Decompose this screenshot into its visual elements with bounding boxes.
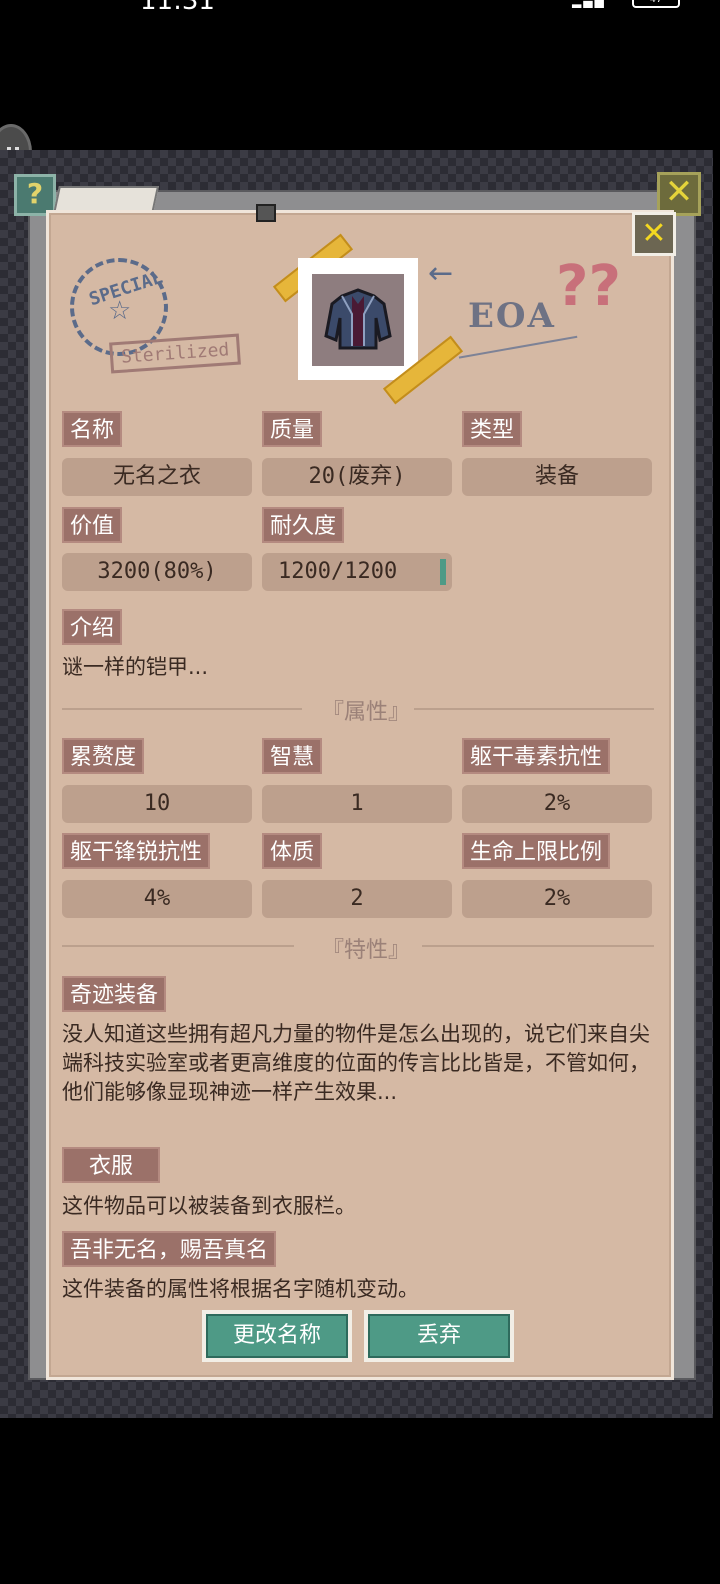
- rename-button[interactable]: 更改名称: [202, 1310, 352, 1362]
- discard-button[interactable]: 丢弃: [364, 1310, 514, 1362]
- item-image-frame: [312, 274, 404, 366]
- status-time: 11:31: [140, 0, 215, 16]
- trait-text: 这件装备的属性将根据名字随机变动。: [62, 1277, 419, 1301]
- item-image-card: [298, 258, 418, 380]
- attr-label: 生命上限比例: [462, 833, 611, 869]
- signal-icon: ▂▄▆: [572, 0, 606, 8]
- name-value: 无名之衣: [62, 458, 252, 496]
- quality-label: 质量: [262, 411, 323, 447]
- jacket-icon: [324, 288, 392, 350]
- value-value: 3200(80%): [62, 553, 252, 591]
- close-button[interactable]: ✕: [632, 212, 676, 256]
- intro-label: 介绍: [62, 609, 123, 645]
- attributes-title: 『属性』: [322, 700, 411, 725]
- attr-label: 躯干毒素抗性: [462, 738, 611, 774]
- attr-value: 10: [62, 785, 252, 823]
- attr-label: 躯干锋锐抗性: [62, 833, 211, 869]
- attr-label: 累赘度: [62, 738, 145, 774]
- divider: [62, 708, 302, 710]
- battery-icon: 47: [632, 0, 680, 8]
- attr-value: 4%: [62, 880, 252, 918]
- type-label: 类型: [462, 411, 523, 447]
- trait-label: 衣服: [62, 1147, 160, 1183]
- eoa-logo: EOA: [468, 296, 556, 336]
- quality-value: 20(废弃): [262, 458, 452, 496]
- star-icon: ☆: [108, 296, 132, 326]
- trait-text: 这件物品可以被装备到衣服栏。: [62, 1194, 356, 1218]
- durability-label: 耐久度: [262, 507, 345, 543]
- traits-title: 『特性』: [322, 938, 411, 963]
- durability-bar: [440, 559, 446, 585]
- divider: [62, 945, 294, 947]
- arrow-left-icon: ←: [428, 256, 454, 291]
- intro-text: 谜一样的铠甲...: [62, 655, 209, 679]
- attr-value: 2%: [462, 880, 652, 918]
- trait-label: 奇迹装备: [62, 976, 167, 1012]
- status-bar: 11:31 ▂▄▆ 47: [0, 0, 720, 20]
- durability-value: 1200/1200: [278, 559, 398, 584]
- attr-value: 1: [262, 785, 452, 823]
- question-marks-decoration: ??: [556, 254, 621, 319]
- trait-label: 吾非无名，赐吾真名: [62, 1231, 277, 1267]
- attr-label: 智慧: [262, 738, 323, 774]
- paper-clip-icon: [256, 204, 276, 222]
- divider: [414, 708, 654, 710]
- trait-text: 没人知道这些拥有超凡力量的物件是怎么出现的，说它们来自尖端科技实验室或者更高维度…: [62, 1022, 650, 1104]
- durability-value-box: 1200/1200: [262, 553, 452, 591]
- attr-value: 2%: [462, 785, 652, 823]
- divider: [422, 945, 654, 947]
- value-label: 价值: [62, 507, 123, 543]
- attr-value: 2: [262, 880, 452, 918]
- name-label: 名称: [62, 411, 123, 447]
- type-value: 装备: [462, 458, 652, 496]
- attr-label: 体质: [262, 833, 323, 869]
